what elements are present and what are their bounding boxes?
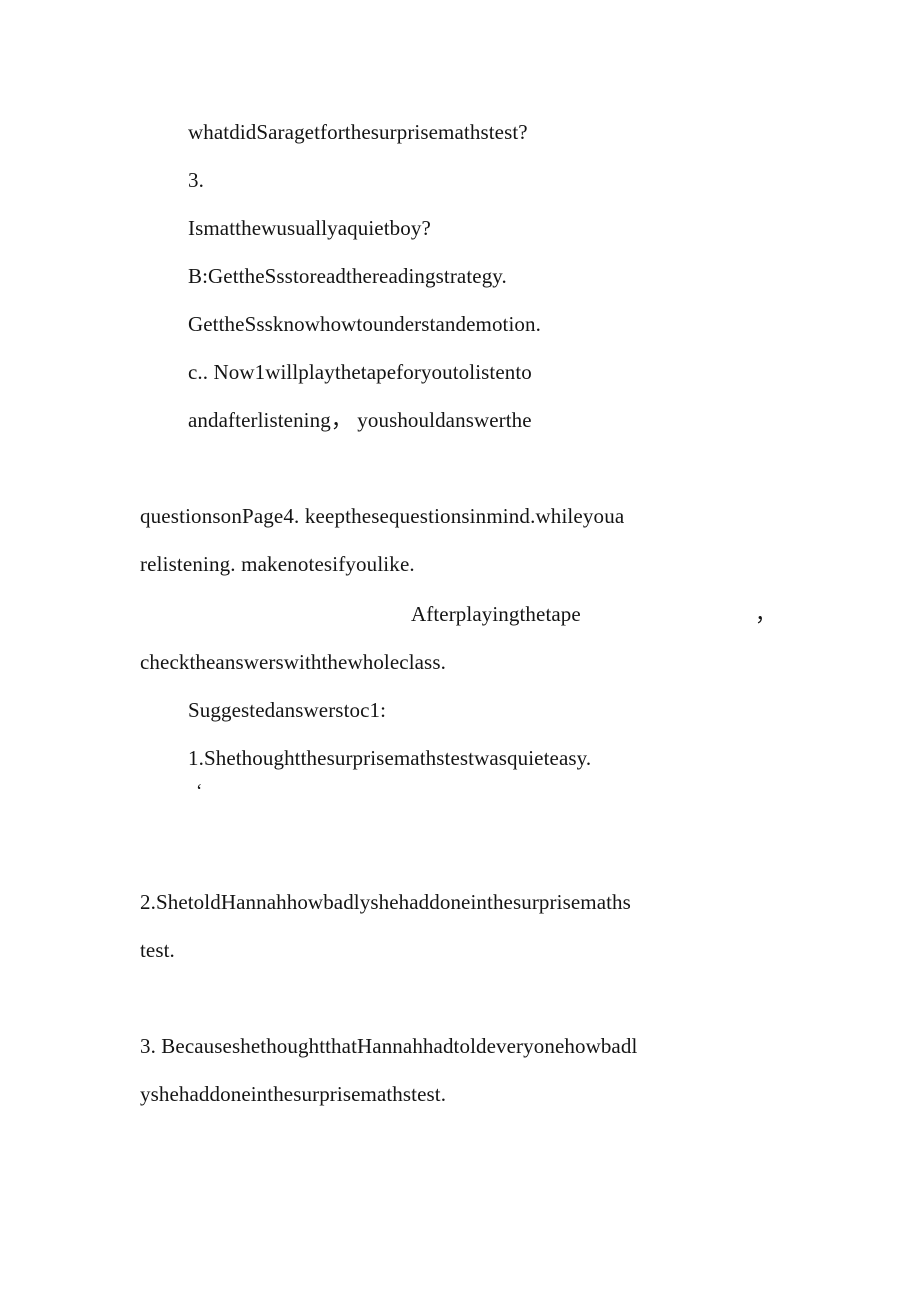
text-line-trailing-comma: ，	[755, 602, 777, 626]
text-line: Suggestedanswerstoc1:	[188, 698, 387, 722]
text-line: checktheanswerswiththewholeclass.	[140, 650, 446, 674]
text-line: 3. BecauseshethoughtthatHannahhadtoldeve…	[140, 1034, 638, 1058]
text-line: Ismatthewusuallyaquietboy?	[188, 216, 431, 240]
text-line: questionsonPage4. keepthesequestionsinmi…	[140, 504, 625, 528]
text-line: whatdidSaragetforthesurprisemathstest?	[188, 120, 528, 144]
text-line: Afterplayingthetape	[411, 602, 581, 626]
document-text-body: whatdidSaragetforthesurprisemathstest? 3…	[0, 0, 920, 1302]
document-page: whatdidSaragetforthesurprisemathstest? 3…	[0, 0, 920, 1302]
text-line: andafterlistening， youshouldanswerthe	[188, 408, 532, 432]
text-line: c.. Now1willplaythetapeforyoutolistento	[188, 360, 532, 384]
text-line: relistening. makenotesifyoulike.	[140, 552, 415, 576]
text-line: 2.ShetoldHannahhowbadlyshehaddoneinthesu…	[140, 890, 631, 914]
text-line: B:GettheSsstoreadthereadingstrategy.	[188, 264, 507, 288]
text-line: test.	[140, 938, 175, 962]
text-line: 1.Shethoughtthesurprisemathstestwasquiet…	[188, 746, 592, 770]
text-line: 3.	[188, 168, 204, 192]
text-line-quote-mark: ‘	[196, 781, 203, 802]
text-line: yshehaddoneinthesurprisemathstest.	[140, 1082, 447, 1106]
text-line: GettheSssknowhowtounderstandemotion.	[188, 312, 541, 336]
